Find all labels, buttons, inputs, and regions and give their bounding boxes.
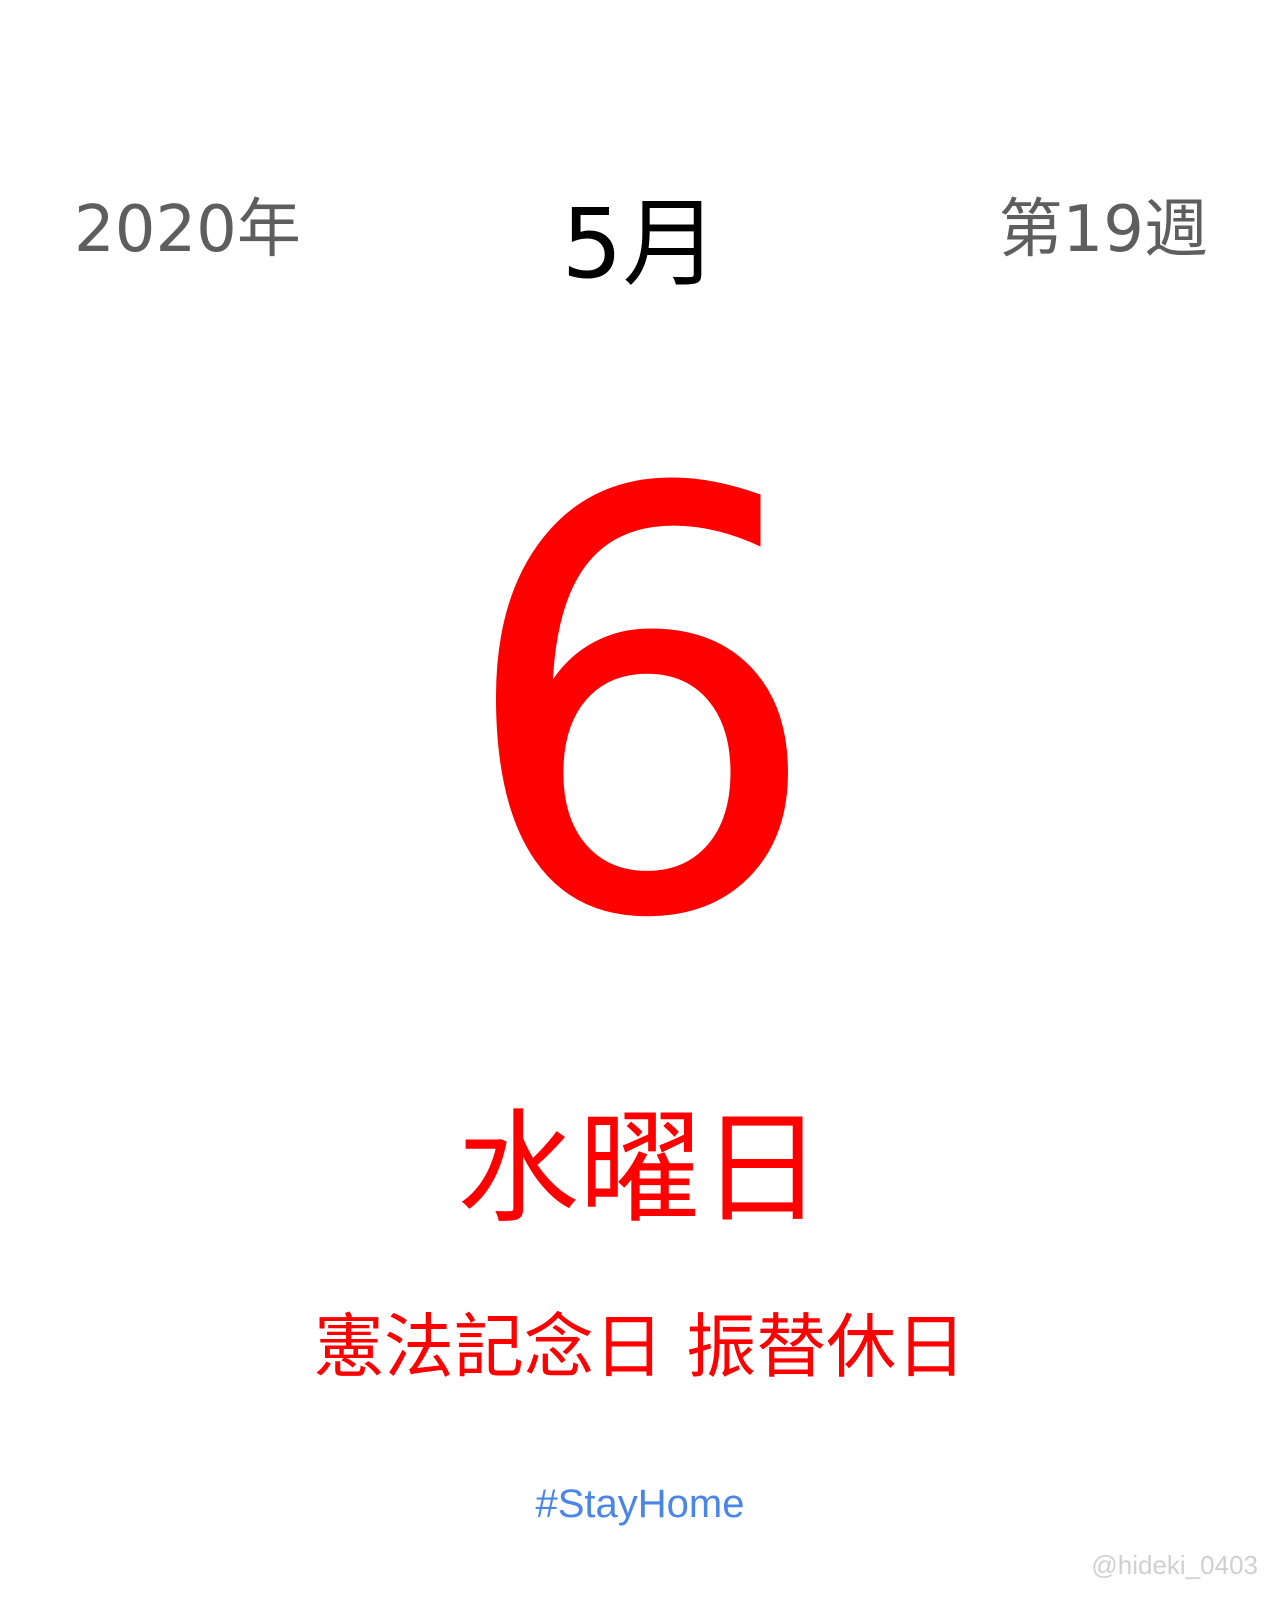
day-number: 6 [455,370,825,1045]
holiday-name: 憲法記念日 振替休日 [313,1306,967,1388]
weekday-label: 水曜日 [457,1098,823,1240]
hashtag-link[interactable]: #StayHome [0,1484,1280,1524]
calendar-page: { "header": { "year": "2020年", "month": … [0,0,1280,1600]
week-number-label: 第19週 [998,193,1208,267]
author-credit-watermark: @hideki_0403 [1091,1550,1258,1580]
